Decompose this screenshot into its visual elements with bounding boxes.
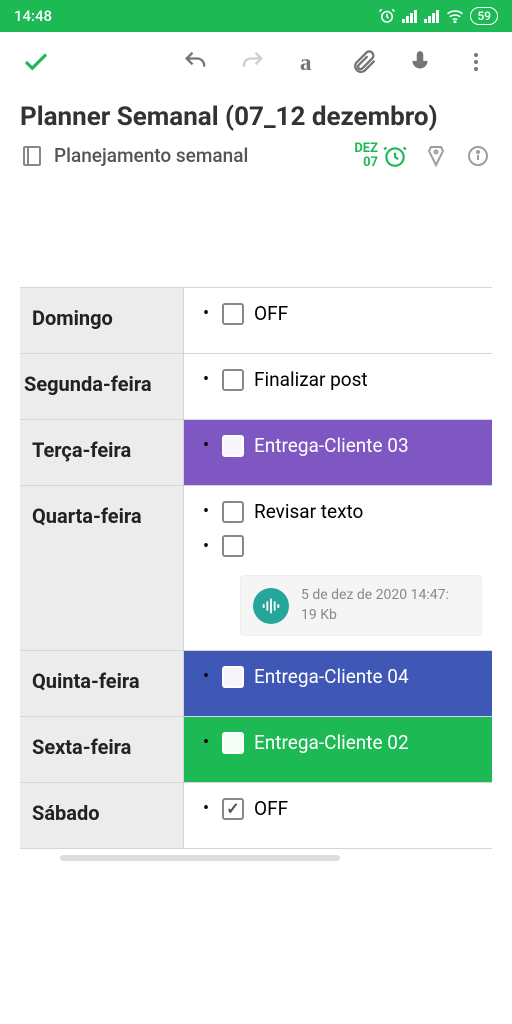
tag-button[interactable] <box>422 144 450 168</box>
redo-button[interactable] <box>224 34 280 90</box>
bullet-icon: • <box>200 798 212 819</box>
task-item[interactable]: • Entrega-Cliente 02 <box>200 731 482 754</box>
status-time: 14:48 <box>14 7 52 25</box>
task-item[interactable]: • Entrega-Cliente 04 <box>200 665 482 688</box>
day-label: Domingo <box>20 288 184 353</box>
audio-date: 5 de dez de 2020 14:47: <box>301 586 449 606</box>
audio-attachment[interactable]: 5 de dez de 2020 14:47: 19 Kb <box>240 575 482 636</box>
audio-wave-icon <box>253 588 289 624</box>
task-item-empty[interactable]: • <box>200 535 482 557</box>
note-title[interactable]: Planner Semanal (07_12 dezembro) <box>0 92 512 138</box>
task-text[interactable]: OFF <box>254 302 288 325</box>
attachment-button[interactable] <box>336 34 392 90</box>
bullet-icon: • <box>200 501 212 522</box>
planner-table[interactable]: Domingo • OFF Segunda-feira • Finalizar … <box>20 287 492 849</box>
row-segunda[interactable]: Segunda-feira • Finalizar post <box>20 354 492 420</box>
task-text[interactable]: Entrega-Cliente 03 <box>254 434 409 457</box>
task-text[interactable]: Revisar texto <box>254 500 363 523</box>
signal-icon-1 <box>402 9 418 23</box>
bullet-icon: • <box>200 369 212 390</box>
row-quarta[interactable]: Quarta-feira • Revisar texto • 5 de dez … <box>20 486 492 651</box>
undo-button[interactable] <box>168 34 224 90</box>
day-label: Quinta-feira <box>20 651 184 716</box>
bullet-icon: • <box>200 435 212 456</box>
task-item[interactable]: • OFF <box>200 302 482 325</box>
tag-icon <box>424 144 448 168</box>
row-sexta[interactable]: Sexta-feira • Entrega-Cliente 02 <box>20 717 492 783</box>
row-quinta[interactable]: Quinta-feira • Entrega-Cliente 04 <box>20 651 492 717</box>
task-item[interactable]: • Finalizar post <box>200 368 482 391</box>
signal-icon-2 <box>424 9 440 23</box>
task-text[interactable]: Entrega-Cliente 04 <box>254 665 409 688</box>
task-text[interactable]: Finalizar post <box>254 368 368 391</box>
reminder-month: DEZ <box>354 142 378 156</box>
checkbox[interactable] <box>222 501 244 523</box>
alarm-icon <box>378 7 396 25</box>
notebook-selector[interactable]: Planejamento semanal <box>20 144 340 168</box>
day-label: Terça-feira <box>20 420 184 485</box>
task-item[interactable]: • Entrega-Cliente 03 <box>200 434 482 457</box>
day-label: Sexta-feira <box>20 717 184 782</box>
task-text[interactable]: Entrega-Cliente 02 <box>254 731 409 754</box>
checkbox[interactable] <box>222 732 244 754</box>
bullet-icon: • <box>200 732 212 753</box>
checkbox[interactable] <box>222 303 244 325</box>
info-icon <box>466 144 490 168</box>
alarm-clock-icon <box>382 143 408 169</box>
bullet-icon: • <box>200 536 212 557</box>
reminder-day: 07 <box>354 156 378 170</box>
row-terca[interactable]: Terça-feira • Entrega-Cliente 03 <box>20 420 492 486</box>
battery-indicator: 59 <box>470 7 498 25</box>
day-label: Segunda-feira <box>20 354 184 419</box>
font-button[interactable]: a <box>280 34 336 90</box>
task-item[interactable]: • OFF <box>200 797 482 820</box>
checkbox[interactable] <box>222 435 244 457</box>
day-label: Quarta-feira <box>20 486 184 650</box>
status-icons: 59 <box>378 7 498 25</box>
checkbox-checked[interactable] <box>222 798 244 820</box>
notebook-icon <box>20 144 44 168</box>
checkbox[interactable] <box>222 535 244 557</box>
notebook-name: Planejamento semanal <box>54 144 248 167</box>
editor-toolbar: a <box>0 32 512 92</box>
task-text[interactable]: OFF <box>254 797 288 820</box>
status-bar: 14:48 59 <box>0 0 512 32</box>
row-domingo[interactable]: Domingo • OFF <box>20 288 492 354</box>
note-meta-row: Planejamento semanal DEZ 07 <box>0 138 512 187</box>
horizontal-scroll-indicator[interactable] <box>60 855 340 861</box>
checkbox[interactable] <box>222 369 244 391</box>
checkbox[interactable] <box>222 666 244 688</box>
bullet-icon: • <box>200 303 212 324</box>
done-button[interactable] <box>8 34 64 90</box>
overflow-menu-button[interactable] <box>448 34 504 90</box>
svg-text:a: a <box>300 50 312 76</box>
info-button[interactable] <box>464 144 492 168</box>
task-item[interactable]: • Revisar texto <box>200 500 482 523</box>
microphone-button[interactable] <box>392 34 448 90</box>
audio-size: 19 Kb <box>301 606 449 626</box>
wifi-icon <box>446 9 464 23</box>
reminder-button[interactable]: DEZ 07 <box>354 142 408 169</box>
content-spacer <box>0 187 512 287</box>
day-label: Sábado <box>20 783 184 848</box>
bullet-icon: • <box>200 666 212 687</box>
row-sabado[interactable]: Sábado • OFF <box>20 783 492 849</box>
